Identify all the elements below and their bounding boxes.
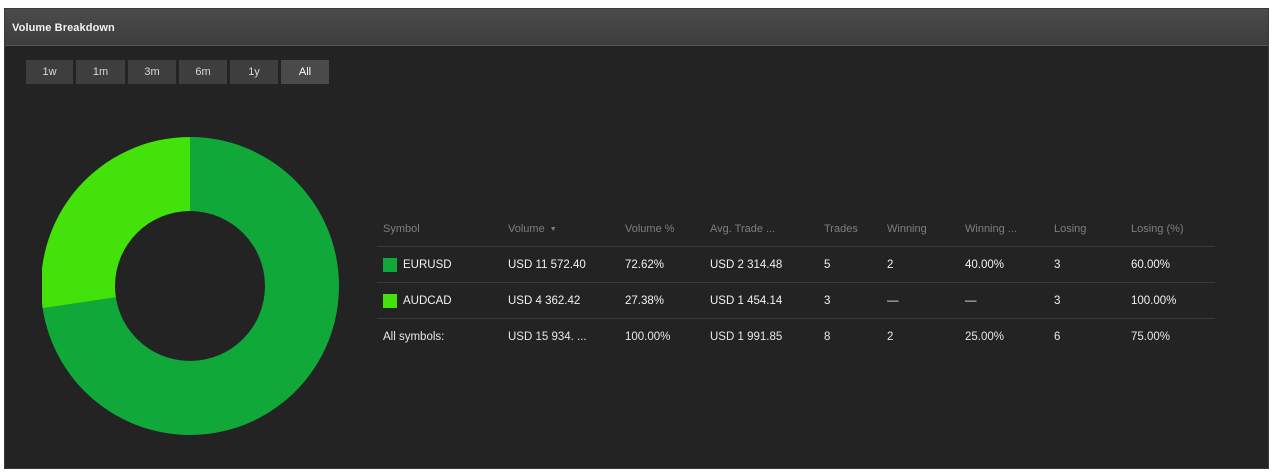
winning-cell: — <box>887 294 899 307</box>
table-header-row: Symbol Volume ▼ Volume % Avg. Trade ... … <box>377 212 1215 247</box>
symbol-label: EURUSD <box>403 258 452 271</box>
total-label: All symbols: <box>383 331 445 343</box>
symbol-label: AUDCAD <box>403 294 452 307</box>
panel-header: Volume Breakdown <box>5 9 1268 46</box>
total-losing-cell: 6 <box>1054 331 1061 343</box>
eurusd-swatch-icon <box>383 257 397 272</box>
panel-title: Volume Breakdown <box>12 22 115 34</box>
volume-donut-chart <box>42 137 340 435</box>
range-selector: 1w 1m 3m 6m 1y All <box>26 60 329 84</box>
header-volume[interactable]: Volume ▼ <box>508 212 557 246</box>
total-trades-cell: 8 <box>824 331 831 343</box>
avg-trade-cell: USD 1 454.14 <box>710 294 783 307</box>
volume-breakdown-panel: Volume Breakdown 1w 1m 3m 6m 1y All Symb… <box>4 8 1269 469</box>
total-winning-pct-cell: 25.00% <box>965 331 1005 343</box>
volume-pct-cell: 72.62% <box>625 258 665 271</box>
header-volume-pct[interactable]: Volume % <box>625 212 675 246</box>
range-button-all[interactable]: All <box>281 60 329 84</box>
header-losing[interactable]: Losing <box>1054 212 1086 246</box>
range-button-1w[interactable]: 1w <box>26 60 73 84</box>
winning-pct-cell: — <box>965 294 977 307</box>
sort-desc-icon: ▼ <box>549 225 557 233</box>
losing-pct-cell: 60.00% <box>1131 258 1171 271</box>
volume-cell: USD 11 572.40 <box>508 258 586 271</box>
header-winning[interactable]: Winning <box>887 212 927 246</box>
winning-cell: 2 <box>887 258 894 271</box>
header-avg-trade[interactable]: Avg. Trade ... <box>710 212 775 246</box>
losing-pct-cell: 100.00% <box>1131 294 1177 307</box>
donut-hole <box>115 211 265 361</box>
total-volume-cell: USD 15 934. ... <box>508 331 587 343</box>
volume-table: Symbol Volume ▼ Volume % Avg. Trade ... … <box>377 212 1215 355</box>
table-total-row: All symbols: USD 15 934. ... 100.00% USD… <box>377 319 1215 355</box>
total-losing-pct-cell: 75.00% <box>1131 331 1171 343</box>
range-button-1y[interactable]: 1y <box>230 60 278 84</box>
symbol-cell: EURUSD <box>383 247 452 282</box>
header-volume-label: Volume <box>508 223 545 235</box>
total-winning-cell: 2 <box>887 331 894 343</box>
total-volume-pct-cell: 100.00% <box>625 331 671 343</box>
total-avg-trade-cell: USD 1 991.85 <box>710 331 783 343</box>
table-row[interactable]: EURUSD USD 11 572.40 72.62% USD 2 314.48… <box>377 247 1215 283</box>
volume-cell: USD 4 362.42 <box>508 294 581 307</box>
range-button-6m[interactable]: 6m <box>179 60 227 84</box>
table-row[interactable]: AUDCAD USD 4 362.42 27.38% USD 1 454.14 … <box>377 283 1215 319</box>
losing-cell: 3 <box>1054 258 1061 271</box>
header-winning-pct[interactable]: Winning ... <box>965 212 1017 246</box>
range-button-1m[interactable]: 1m <box>76 60 125 84</box>
audcad-swatch-icon <box>383 293 397 308</box>
range-button-3m[interactable]: 3m <box>128 60 176 84</box>
page: Volume Breakdown 1w 1m 3m 6m 1y All Symb… <box>0 0 1272 472</box>
avg-trade-cell: USD 2 314.48 <box>710 258 783 271</box>
header-symbol[interactable]: Symbol <box>383 212 420 246</box>
symbol-cell: AUDCAD <box>383 283 452 318</box>
losing-cell: 3 <box>1054 294 1061 307</box>
header-trades[interactable]: Trades <box>824 212 858 246</box>
trades-cell: 3 <box>824 294 831 307</box>
winning-pct-cell: 40.00% <box>965 258 1005 271</box>
header-losing-pct[interactable]: Losing (%) <box>1131 212 1184 246</box>
trades-cell: 5 <box>824 258 831 271</box>
volume-pct-cell: 27.38% <box>625 294 665 307</box>
